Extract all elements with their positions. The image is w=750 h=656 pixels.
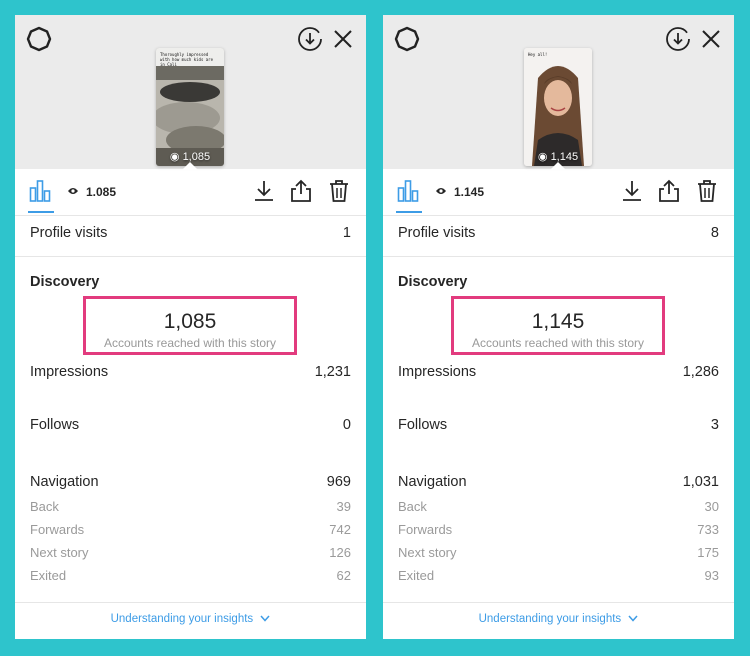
back-value: 39 — [336, 499, 351, 514]
accounts-reached-value: 1,145 — [531, 310, 585, 333]
views-count: 1.145 — [454, 185, 485, 199]
exited-label: Exited — [398, 568, 435, 583]
chevron-down-icon — [260, 615, 270, 623]
views-count: 1.085 — [86, 185, 117, 199]
eye-icon — [436, 188, 446, 194]
story-thumbnail[interactable]: Hey all! ◉ 1,145 — [524, 48, 592, 166]
back-value: 30 — [704, 499, 719, 514]
understanding-insights-link[interactable]: Understanding your insights — [383, 613, 734, 625]
download-icon[interactable] — [253, 179, 275, 203]
impressions-value: 1,231 — [314, 364, 351, 380]
close-icon[interactable] — [331, 27, 355, 51]
discovery-heading: Discovery — [30, 274, 100, 290]
next-story-label: Next story — [398, 545, 457, 560]
settings-gear-icon[interactable] — [393, 25, 421, 53]
exited-value: 93 — [704, 568, 719, 583]
navigation-value: 1,031 — [682, 474, 719, 490]
selfie-photo — [524, 48, 592, 166]
eye-icon: ◉ — [537, 151, 548, 163]
impressions-label: Impressions — [398, 364, 477, 380]
share-icon[interactable] — [658, 179, 680, 203]
active-tab-indicator — [28, 211, 54, 213]
profile-visits-value: 8 — [710, 225, 719, 241]
profile-visits-label: Profile visits — [398, 225, 476, 241]
active-tab-indicator — [396, 211, 422, 213]
eye-icon: ◉ — [169, 151, 180, 163]
next-story-label: Next story — [30, 545, 89, 560]
delete-icon[interactable] — [328, 179, 350, 203]
save-story-icon[interactable] — [296, 25, 324, 53]
download-icon[interactable] — [621, 179, 643, 203]
insights-bar-chart-icon[interactable] — [29, 179, 51, 203]
accounts-reached-highlight: 1,145 Accounts reached with this story — [451, 296, 665, 355]
accounts-reached-label: Accounts reached with this story — [471, 336, 645, 350]
delete-icon[interactable] — [696, 179, 718, 203]
follows-label: Follows — [398, 417, 448, 433]
story-thumbnail[interactable]: Thoroughly impressed with how much kids … — [156, 48, 224, 166]
forwards-label: Forwards — [398, 522, 453, 537]
understanding-insights-link[interactable]: Understanding your insights — [15, 613, 366, 625]
forwards-value: 742 — [329, 522, 351, 537]
navigation-label: Navigation — [30, 474, 99, 490]
follows-label: Follows — [30, 417, 80, 433]
navigation-label: Navigation — [398, 474, 467, 490]
eye-icon — [68, 188, 78, 194]
navigation-value: 969 — [326, 474, 351, 490]
profile-visits-value: 1 — [342, 225, 351, 241]
back-label: Back — [398, 499, 427, 514]
insights-panel-left: Thoroughly impressed with how much kids … — [15, 15, 366, 639]
divider — [383, 602, 734, 603]
insights-toolbar: 1.145 — [383, 169, 734, 216]
share-icon[interactable] — [290, 179, 312, 203]
insights-toolbar: 1.085 — [15, 169, 366, 216]
impressions-value: 1,286 — [682, 364, 719, 380]
insights-bar-chart-icon[interactable] — [397, 179, 419, 203]
understanding-insights-label: Understanding your insights — [110, 613, 254, 625]
profile-visits-label: Profile visits — [30, 225, 108, 241]
divider — [383, 256, 734, 257]
story-caption: Hey all! — [528, 52, 548, 57]
back-label: Back — [30, 499, 59, 514]
save-story-icon[interactable] — [664, 25, 692, 53]
close-icon[interactable] — [699, 27, 723, 51]
story-header: Thoroughly impressed with how much kids … — [15, 15, 366, 170]
insights-panel-right: Hey all! ◉ 1,145 1.145 Profile visits 8 … — [383, 15, 734, 639]
exited-value: 62 — [336, 568, 351, 583]
accounts-reached-value: 1,085 — [163, 310, 217, 333]
exited-label: Exited — [30, 568, 67, 583]
divider — [15, 256, 366, 257]
follows-value: 0 — [342, 417, 351, 433]
story-caption: Thoroughly impressed with how much kids … — [160, 52, 213, 67]
settings-gear-icon[interactable] — [25, 25, 53, 53]
follows-value: 3 — [710, 417, 719, 433]
next-story-value: 175 — [697, 545, 719, 560]
understanding-insights-label: Understanding your insights — [478, 613, 622, 625]
accounts-reached-highlight: 1,085 Accounts reached with this story — [83, 296, 297, 355]
next-story-value: 126 — [329, 545, 351, 560]
chevron-down-icon — [628, 615, 638, 623]
forwards-value: 733 — [697, 522, 719, 537]
forwards-label: Forwards — [30, 522, 85, 537]
discovery-heading: Discovery — [398, 274, 468, 290]
divider — [15, 602, 366, 603]
accounts-reached-label: Accounts reached with this story — [103, 336, 277, 350]
impressions-label: Impressions — [30, 364, 109, 380]
story-header: Hey all! ◉ 1,145 — [383, 15, 734, 170]
